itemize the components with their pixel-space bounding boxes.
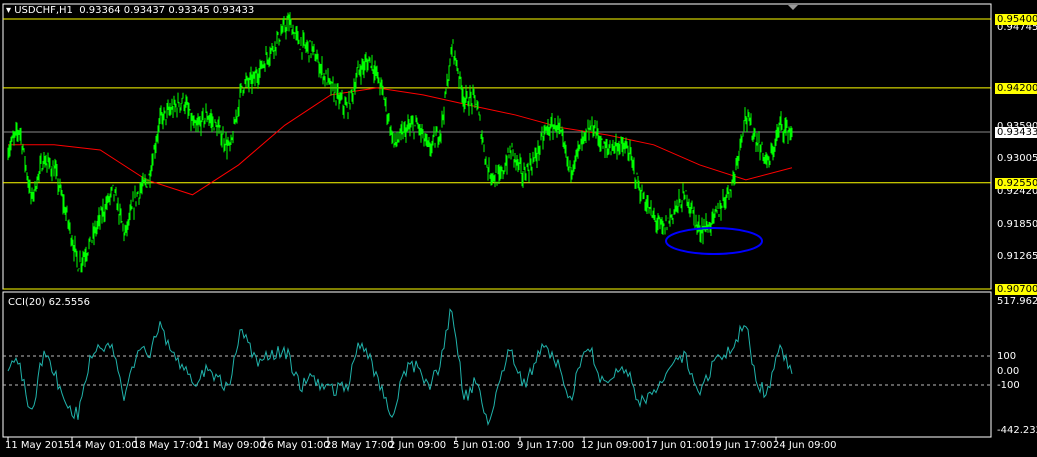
price-tick: 0.91265 [997, 251, 1037, 262]
time-tick: 24 Jun 09:00 [773, 440, 837, 451]
level-label: 0.90700 [995, 284, 1037, 295]
time-tick: 21 May 09:00 [197, 440, 266, 451]
chart-canvas[interactable] [0, 0, 1037, 457]
symbol-label: USDCHF,H1 [14, 5, 73, 16]
cci-tick: 0.00 [997, 366, 1020, 377]
cci-tick: -442.2327 [997, 425, 1037, 436]
dropdown-arrow-icon[interactable]: ▾ [6, 5, 11, 16]
ohlc-values: 0.93364 0.93437 0.93345 0.93433 [79, 5, 255, 16]
level-label: 0.95400 [995, 14, 1037, 25]
bid-price-label: 0.93433 [995, 127, 1037, 138]
time-tick: 28 May 17:00 [325, 440, 394, 451]
time-tick: 12 Jun 09:00 [581, 440, 645, 451]
moving-average-line [8, 87, 793, 196]
main-pane-border [2, 3, 992, 290]
chart-title: ▾ USDCHF,H1 0.93364 0.93437 0.93345 0.93… [6, 5, 254, 16]
cci-tick: -100 [997, 380, 1020, 391]
time-tick: 19 Jun 17:00 [709, 440, 773, 451]
cci-line [7, 308, 793, 426]
level-label: 0.94200 [995, 83, 1037, 94]
time-tick: 11 May 2015 [5, 440, 71, 451]
time-tick: 5 Jun 01:00 [453, 440, 511, 451]
level-label: 0.92550 [995, 178, 1037, 189]
price-tick: 0.91850 [997, 219, 1037, 230]
cci-tick: 100 [997, 351, 1017, 362]
time-tick: 18 May 17:00 [133, 440, 202, 451]
shift-marker-icon[interactable] [788, 5, 798, 10]
time-tick: 2 Jun 09:00 [389, 440, 447, 451]
time-tick: 14 May 01:00 [69, 440, 138, 451]
time-tick: 9 Jun 17:00 [517, 440, 575, 451]
cci-label: CCI(20) 62.5556 [8, 297, 90, 308]
price-tick: 0.93005 [997, 153, 1037, 164]
cci-pane-border [2, 291, 992, 438]
highlight-ellipse [665, 227, 763, 255]
time-tick: 17 Jun 01:00 [645, 440, 709, 451]
time-tick: 26 May 01:00 [261, 440, 330, 451]
cci-tick: 517.9624 [997, 296, 1037, 307]
